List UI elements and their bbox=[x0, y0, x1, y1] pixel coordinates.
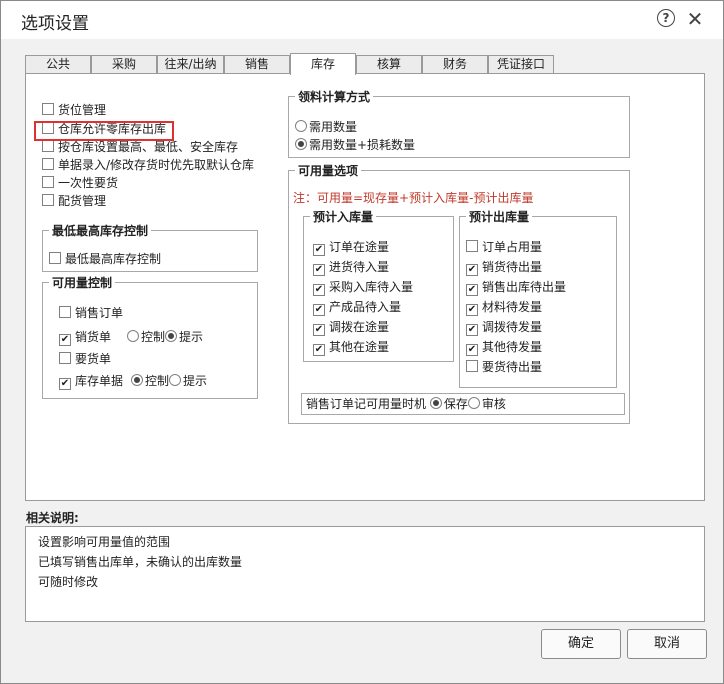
related-line: 已填写销售出库单，未确认的出库数量 bbox=[38, 555, 243, 569]
radio-control[interactable]: 控制 bbox=[131, 374, 169, 388]
option-distribution-mgmt[interactable]: 配货管理 bbox=[42, 193, 106, 209]
outbound-item[interactable]: 订单占用量 bbox=[466, 239, 542, 255]
option-label: 货位管理 bbox=[58, 103, 107, 117]
option-sales-slip[interactable]: 销货单 控制提示 bbox=[59, 329, 203, 346]
checkbox[interactable] bbox=[42, 158, 54, 170]
radio-audit[interactable]: 审核 bbox=[467, 397, 506, 411]
tab-voucher-interface[interactable]: 凭证接口 bbox=[488, 55, 554, 73]
option-min-max-stock[interactable]: 最低最高库存控制 bbox=[49, 251, 161, 267]
title-bar: 选项设置 ? ✕ bbox=[1, 1, 723, 39]
group-title: 可用量选项 bbox=[295, 162, 362, 179]
dialog-title: 选项设置 bbox=[21, 14, 89, 34]
option-request-slip[interactable]: 要货单 bbox=[59, 351, 111, 367]
checkbox[interactable] bbox=[49, 252, 61, 264]
outbound-item[interactable]: 要货待出量 bbox=[466, 359, 542, 375]
inbound-item[interactable]: 调拨在途量 bbox=[313, 319, 389, 336]
checkbox[interactable] bbox=[59, 352, 71, 364]
related-title: 相关说明: bbox=[26, 511, 79, 525]
tab-purchase[interactable]: 采购 bbox=[91, 55, 157, 73]
outbound-group: 预计出库量 订单占用量 销货待出量 销售出库待出量 材料待发量 调拨待发量 其他… bbox=[459, 208, 617, 388]
option-location-mgmt[interactable]: 货位管理 bbox=[42, 102, 106, 118]
tab-sales[interactable]: 销售 bbox=[224, 55, 290, 73]
checkbox[interactable] bbox=[42, 176, 54, 188]
stock-limit-group: 最低最高库存控制 最低最高库存控制 bbox=[42, 222, 258, 272]
cancel-button[interactable]: 取消 bbox=[627, 629, 707, 659]
highlight-box bbox=[34, 121, 174, 141]
outbound-item[interactable]: 销货待出量 bbox=[466, 259, 542, 276]
options-dialog: 选项设置 ? ✕ 公共 采购 往来/出纳 销售 库存 核算 财务 凭证接口 货位… bbox=[0, 0, 724, 684]
checkbox[interactable] bbox=[59, 306, 71, 318]
available-options-group: 可用量选项 注：可用量=现存量+预计入库量-预计出库量 预计入库量 订单在途量 … bbox=[288, 162, 630, 424]
checkbox[interactable] bbox=[59, 334, 71, 346]
tab-accounting[interactable]: 核算 bbox=[356, 55, 422, 73]
inbound-item[interactable]: 进货待入量 bbox=[313, 259, 389, 276]
option-label: 销售订单 bbox=[75, 306, 124, 320]
related-description: 设置影响可用量值的范围 已填写销售出库单，未确认的出库数量 可随时修改 bbox=[25, 526, 705, 622]
tab-public[interactable]: 公共 bbox=[25, 55, 91, 73]
option-label: 要货单 bbox=[75, 352, 112, 366]
inbound-item[interactable]: 采购入库待入量 bbox=[313, 279, 413, 296]
radio-required-qty[interactable]: 需用数量 bbox=[295, 119, 357, 135]
formula-note: 注：可用量=现存量+预计入库量-预计出库量 bbox=[293, 191, 534, 205]
option-label: 按仓库设置最高、最低、安全库存 bbox=[58, 140, 239, 154]
radio-prompt[interactable]: 提示 bbox=[169, 374, 207, 388]
inbound-item[interactable]: 其他在途量 bbox=[313, 339, 389, 356]
option-label: 需用数量 bbox=[309, 120, 358, 134]
group-title: 领料计算方式 bbox=[295, 88, 374, 105]
radio-control[interactable]: 控制 bbox=[127, 330, 165, 344]
checkbox[interactable] bbox=[42, 140, 54, 152]
timing-row: 销售订单记可用量时机 保存 审核 bbox=[306, 396, 506, 412]
option-label: 销货单 bbox=[75, 330, 112, 344]
checkbox[interactable] bbox=[42, 194, 54, 206]
radio-required-plus-loss[interactable]: 需用数量+损耗数量 bbox=[295, 137, 415, 153]
timing-label: 销售订单记可用量时机 bbox=[306, 397, 427, 411]
available-control-group: 可用量控制 销售订单 销货单控制提示 要货单 库存单据控制提示 bbox=[42, 274, 258, 399]
outbound-item[interactable]: 其他待发量 bbox=[466, 339, 542, 356]
option-label: 配货管理 bbox=[58, 194, 107, 208]
tab-inventory[interactable]: 库存 bbox=[290, 53, 356, 75]
option-sales-order[interactable]: 销售订单 bbox=[59, 305, 123, 321]
option-stock-docs[interactable]: 库存单据控制提示 bbox=[59, 373, 207, 390]
option-default-warehouse[interactable]: 单据录入/修改存货时优先取默认仓库 bbox=[42, 157, 254, 173]
group-title: 预计出库量 bbox=[466, 208, 533, 225]
inbound-group: 预计入库量 订单在途量 进货待入量 采购入库待入量 产成品待入量 调拨在途量 其… bbox=[303, 208, 454, 362]
material-calc-group: 领料计算方式 需用数量 需用数量+损耗数量 bbox=[288, 88, 630, 158]
group-title: 最低最高库存控制 bbox=[49, 222, 152, 239]
radio-prompt[interactable]: 提示 bbox=[165, 330, 203, 344]
sales-order-timing: 销售订单记可用量时机 保存 审核 bbox=[301, 393, 625, 415]
related-line: 可随时修改 bbox=[38, 575, 99, 589]
option-warehouse-limits[interactable]: 按仓库设置最高、最低、安全库存 bbox=[42, 139, 238, 155]
option-one-time-request[interactable]: 一次性要货 bbox=[42, 175, 118, 191]
option-label: 需用数量+损耗数量 bbox=[309, 138, 416, 152]
checkbox[interactable] bbox=[59, 378, 71, 390]
ok-button[interactable]: 确定 bbox=[541, 629, 621, 659]
group-title: 预计入库量 bbox=[310, 208, 377, 225]
group-title: 可用量控制 bbox=[49, 274, 116, 291]
inbound-item[interactable]: 产成品待入量 bbox=[313, 299, 401, 316]
radio-save[interactable]: 保存 bbox=[429, 397, 468, 411]
tab-accounts[interactable]: 往来/出纳 bbox=[157, 55, 224, 73]
checkbox[interactable] bbox=[42, 103, 54, 115]
option-label: 单据录入/修改存货时优先取默认仓库 bbox=[58, 158, 255, 172]
tab-finance[interactable]: 财务 bbox=[422, 55, 488, 73]
outbound-item[interactable]: 调拨待发量 bbox=[466, 319, 542, 336]
outbound-item[interactable]: 销售出库待出量 bbox=[466, 279, 566, 296]
outbound-item[interactable]: 材料待发量 bbox=[466, 299, 542, 316]
option-label: 一次性要货 bbox=[58, 176, 119, 190]
option-label: 库存单据 bbox=[75, 374, 124, 388]
close-icon[interactable]: ✕ bbox=[685, 9, 705, 29]
option-label: 最低最高库存控制 bbox=[65, 252, 162, 266]
help-icon[interactable]: ? bbox=[657, 9, 675, 27]
inbound-item[interactable]: 订单在途量 bbox=[313, 239, 389, 256]
related-line: 设置影响可用量值的范围 bbox=[38, 535, 171, 549]
